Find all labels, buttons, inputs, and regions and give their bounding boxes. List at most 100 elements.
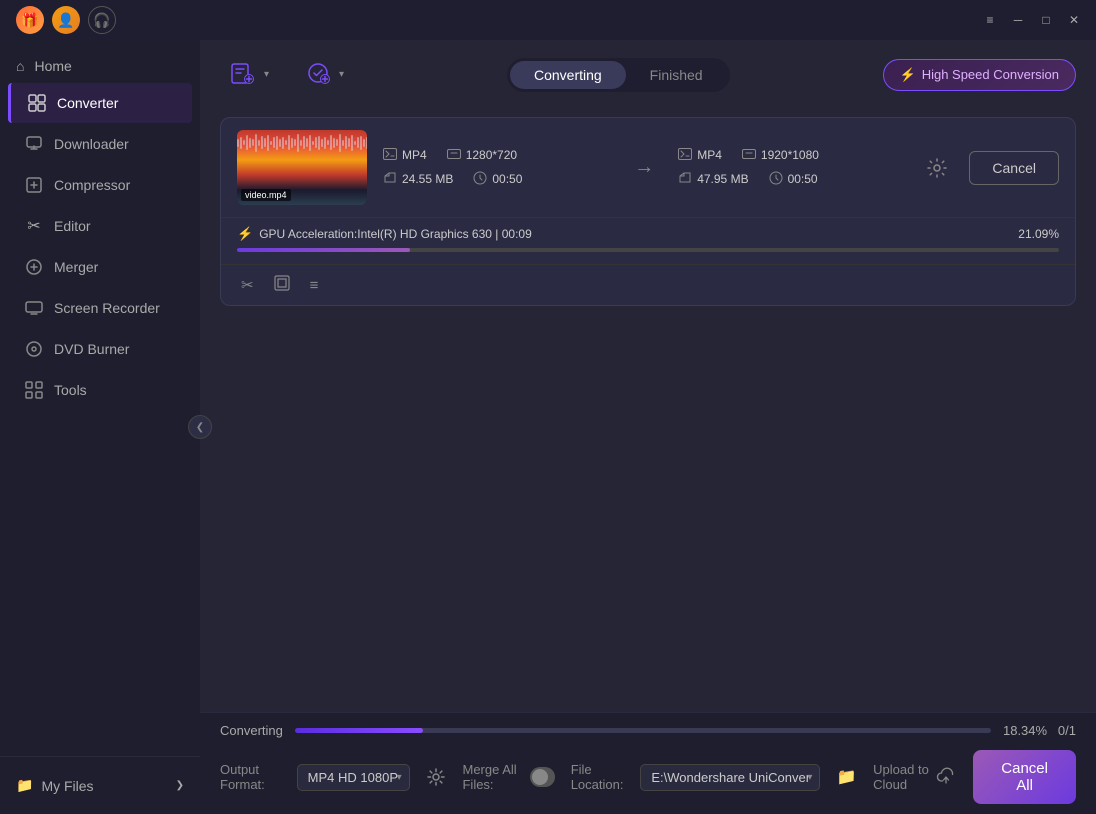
source-size-icon [383,172,397,187]
sidebar-item-tools[interactable]: Tools [8,370,192,410]
output-format-select[interactable]: MP4 HD 1080P [297,764,410,791]
dest-format-icon [678,148,692,163]
gpu-bolt-icon: ⚡ [237,226,253,242]
editor-icon: ✂ [24,216,44,236]
high-speed-button[interactable]: ⚡ High Speed Conversion [883,59,1077,91]
add-format-icon [305,60,331,89]
converting-label: Converting [220,723,283,738]
downloader-icon [24,134,44,154]
converter-icon [27,93,47,113]
converting-progress-row: Converting 18.34% 0/1 [200,713,1096,744]
titlebar: 🎁 👤 🎧 ≡ ─ □ ✕ [0,0,1096,40]
user-icon[interactable]: 👤 [52,6,80,34]
source-size: 24.55 MB [383,172,453,187]
menu-button[interactable]: ≡ [976,6,1004,34]
sidebar-tools-label: Tools [54,382,87,398]
bottom-bar: Converting 18.34% 0/1 Output Format: MP4… [200,712,1096,814]
gift-icon[interactable]: 🎁 [16,6,44,34]
upload-cloud-button[interactable]: Upload to Cloud [873,762,957,792]
progress-bar-fill [237,248,410,252]
dest-format: MP4 [678,148,722,163]
sidebar-item-dvd-burner[interactable]: DVD Burner [8,329,192,369]
home-icon: ⌂ [16,58,24,74]
sidebar-editor-label: Editor [54,218,91,234]
source-resolution-icon [447,148,461,163]
merge-toggle[interactable] [530,767,554,787]
headphone-icon[interactable]: 🎧 [88,6,116,34]
tab-finished[interactable]: Finished [626,61,727,89]
file-card-actions: ✂ ≡ [221,264,1075,305]
main-content: ▾ ▾ Converting Finished [200,40,1096,814]
file-location-label: File Location: [571,762,625,792]
cut-icon[interactable]: ✂ [237,272,258,298]
source-info: MP4 1280*720 [383,148,610,188]
progress-stats: 18.34% 0/1 [1003,723,1076,738]
progress-bar [237,248,1059,252]
toolbar: ▾ ▾ Converting Finished [200,40,1096,107]
add-format-button[interactable]: ▾ [295,54,354,95]
compressor-icon [24,175,44,195]
bolt-icon: ⚡ [900,67,916,83]
maximize-button[interactable]: □ [1032,6,1060,34]
thumbnail-label: video.mp4 [241,189,291,201]
sidebar-item-merger[interactable]: Merger [8,247,192,287]
my-files-arrow-icon: ❯ [176,780,184,791]
toggle-thumb [532,769,548,785]
close-button[interactable]: ✕ [1060,6,1088,34]
cloud-icon [935,767,957,788]
output-settings-button[interactable] [426,762,447,792]
sidebar-screen-recorder-label: Screen Recorder [54,300,160,316]
file-thumbnail: video.mp4 [237,130,367,205]
output-format-label: Output Format: [220,762,281,792]
add-file-caret-icon: ▾ [264,69,269,80]
sidebar: ❮ ⌂ Home Converter [0,40,200,814]
dvd-burner-icon [24,339,44,359]
file-location-wrapper: E:\Wondershare UniConverter 1 ▾ [640,764,820,791]
dest-duration: 00:50 [769,171,818,188]
file-location-select[interactable]: E:\Wondershare UniConverter 1 [640,764,820,791]
source-duration: 00:50 [473,171,522,188]
browse-folder-button[interactable]: 📁 [836,762,857,792]
file-card: video.mp4 [220,117,1076,306]
sidebar-item-editor[interactable]: ✂ Editor [8,206,192,246]
source-resolution: 1280*720 [447,148,517,163]
dest-size-icon [678,172,692,187]
source-format: MP4 [383,148,427,163]
sidebar-converter-label: Converter [57,95,118,111]
overall-progress-fill [295,728,423,733]
tools-icon [24,380,44,400]
add-format-caret-icon: ▾ [339,69,344,80]
progress-percentage: 21.09% [1018,227,1059,241]
more-options-icon[interactable]: ≡ [306,273,323,298]
my-files-icon: 📁 [16,777,33,794]
sidebar-home-label: Home [34,58,71,74]
upload-cloud-label: Upload to Cloud [873,762,929,792]
gpu-label: ⚡ GPU Acceleration:Intel(R) HD Graphics … [237,226,532,242]
sidebar-item-home[interactable]: ⌂ Home [0,50,200,82]
sidebar-item-screen-recorder[interactable]: Screen Recorder [8,288,192,328]
sidebar-merger-label: Merger [54,259,98,275]
sidebar-item-downloader[interactable]: Downloader [8,124,192,164]
cancel-all-button[interactable]: Cancel All [973,750,1076,804]
tab-converting[interactable]: Converting [510,61,626,89]
dest-resolution: 1920*1080 [742,148,819,163]
dest-info: MP4 1920*1080 [678,148,905,188]
content-area: video.mp4 [200,107,1096,712]
crop-icon[interactable] [270,271,294,299]
screen-recorder-icon [24,298,44,318]
sidebar-compressor-label: Compressor [54,177,130,193]
file-settings-button[interactable] [921,152,953,184]
waveform [237,130,367,155]
sidebar-dvd-burner-label: DVD Burner [54,341,129,357]
add-file-button[interactable]: ▾ [220,54,279,95]
minimize-button[interactable]: ─ [1004,6,1032,34]
sidebar-item-compressor[interactable]: Compressor [8,165,192,205]
my-files-item[interactable]: 📁 My Files ❯ [0,767,200,804]
merge-label: Merge All Files: [462,762,522,792]
sidebar-item-converter[interactable]: Converter [8,83,192,123]
sidebar-collapse-button[interactable]: ❮ [188,415,212,439]
merge-section: Merge All Files: [462,762,554,792]
cancel-button[interactable]: Cancel [969,151,1059,185]
merger-icon [24,257,44,277]
dest-size: 47.95 MB [678,172,748,187]
